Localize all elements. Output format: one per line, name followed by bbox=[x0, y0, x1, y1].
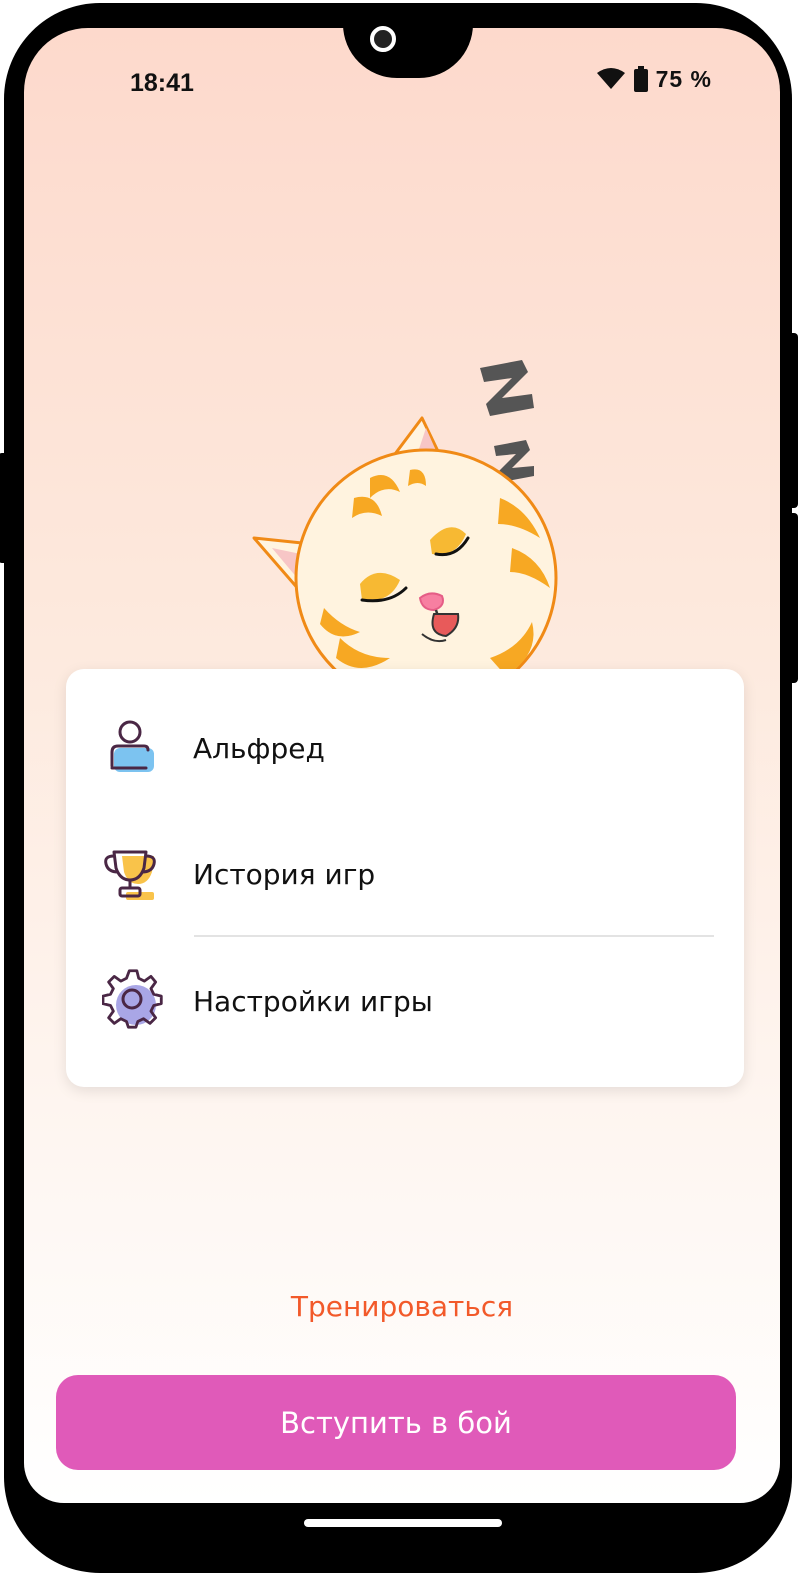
menu-item-label: Альфред bbox=[193, 731, 325, 765]
front-camera bbox=[370, 26, 396, 52]
menu-divider bbox=[194, 935, 714, 937]
menu-item-label: История игр bbox=[193, 857, 376, 891]
user-icon bbox=[110, 720, 154, 772]
volume-button bbox=[0, 453, 8, 563]
status-indicators: 75 % bbox=[596, 64, 712, 94]
battery-icon bbox=[633, 66, 648, 92]
menu-item-profile[interactable]: Альфред bbox=[66, 693, 744, 803]
menu-item-game-settings[interactable]: Настройки игры bbox=[66, 946, 744, 1056]
menu-card: Альфред История игр Настройки игры bbox=[66, 669, 744, 1087]
menu-item-game-history[interactable]: История игр bbox=[66, 819, 744, 929]
app-screen: 18:41 75 % Альфред История игр Настройки… bbox=[24, 28, 780, 1503]
menu-item-label: Настройки игры bbox=[193, 984, 433, 1018]
phone-frame: 18:41 75 % Альфред История игр Настройки… bbox=[0, 3, 798, 1573]
power-button bbox=[788, 333, 798, 508]
side-button bbox=[788, 513, 798, 683]
wifi-icon bbox=[596, 68, 625, 89]
trophy-icon bbox=[104, 850, 156, 900]
status-time: 18:41 bbox=[130, 69, 194, 97]
join-battle-button[interactable]: Вступить в бой bbox=[56, 1375, 736, 1470]
home-indicator[interactable] bbox=[304, 1519, 502, 1527]
train-link[interactable]: Тренироваться bbox=[24, 1290, 780, 1323]
battery-percent: 75 % bbox=[655, 65, 712, 92]
gear-icon bbox=[102, 969, 163, 1029]
